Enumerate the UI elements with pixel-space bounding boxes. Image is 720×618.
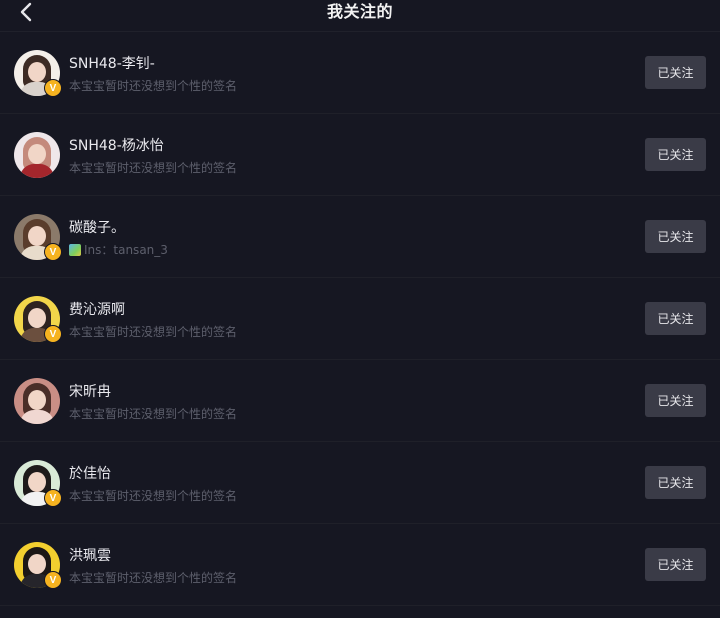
- photo-icon: [69, 243, 81, 256]
- user-name[interactable]: 於佳怡: [69, 463, 111, 483]
- user-name[interactable]: SNH48-杨冰怡: [69, 135, 164, 155]
- navigation-bar: 我关注的: [0, 0, 720, 32]
- list-item[interactable]: V 费沁源啊本宝宝暂时还没想到个性的签名 已关注: [0, 278, 720, 360]
- avatar-image: [14, 378, 60, 424]
- list-item[interactable]: V SNH48-李钊- 本宝宝暂时还没想到个性的签名 已关注: [0, 32, 720, 114]
- avatar[interactable]: [14, 378, 60, 424]
- following-button[interactable]: 已关注: [645, 466, 706, 499]
- verified-badge-icon: V: [44, 489, 62, 507]
- user-signature: 本宝宝暂时还没想到个性的签名: [69, 569, 237, 586]
- following-button[interactable]: 已关注: [645, 220, 706, 253]
- user-signature: 本宝宝暂时还没想到个性的签名: [69, 77, 237, 94]
- following-button[interactable]: 已关注: [645, 548, 706, 581]
- verified-badge-icon: V: [44, 325, 62, 343]
- avatar-face: [28, 472, 46, 492]
- user-signature: 本宝宝暂时还没想到个性的签名: [69, 405, 237, 422]
- list-item[interactable]: 宋昕冉本宝宝暂时还没想到个性的签名 已关注: [0, 360, 720, 442]
- user-signature: 本宝宝暂时还没想到个性的签名: [69, 323, 237, 340]
- avatar-face: [28, 390, 46, 410]
- user-signature-text: 本宝宝暂时还没想到个性的签名: [69, 325, 238, 339]
- list-item[interactable]: V 洪珮雲本宝宝暂时还没想到个性的签名 已关注: [0, 524, 720, 606]
- user-name[interactable]: 费沁源啊: [69, 299, 125, 319]
- page-title: 我关注的: [326, 2, 393, 21]
- following-button[interactable]: 已关注: [645, 138, 706, 171]
- user-signature: Ins：tansan_3: [69, 241, 168, 258]
- avatar-face: [28, 62, 46, 82]
- user-signature: 本宝宝暂时还没想到个性的签名: [69, 159, 237, 176]
- user-signature-text: 本宝宝暂时还没想到个性的签名: [69, 489, 238, 503]
- avatar[interactable]: V: [14, 214, 62, 261]
- following-list-page: 我关注的 V SNH48-李钊- 本宝宝暂时还没想到个性的签名 已关注 SNH48-杨冰…: [0, 0, 720, 618]
- avatar-image: [14, 132, 60, 178]
- user-signature-text: 本宝宝暂时还没想到个性的签名: [69, 79, 238, 93]
- list-item[interactable]: V 碳酸子。 Ins：tansan_3 已关注: [0, 196, 720, 278]
- avatar-face: [28, 308, 46, 328]
- verified-badge-icon: V: [44, 571, 62, 589]
- user-name[interactable]: 洪珮雲: [69, 545, 111, 565]
- following-button[interactable]: 已关注: [645, 384, 706, 417]
- following-list: V SNH48-李钊- 本宝宝暂时还没想到个性的签名 已关注 SNH48-杨冰怡 本宝宝暂…: [0, 32, 720, 606]
- following-button[interactable]: 已关注: [645, 302, 706, 335]
- avatar[interactable]: [14, 132, 60, 178]
- verified-badge-icon: V: [44, 243, 62, 261]
- avatar[interactable]: V: [14, 460, 62, 507]
- avatar[interactable]: V: [14, 542, 62, 589]
- user-signature-text: 本宝宝暂时还没想到个性的签名: [69, 571, 238, 585]
- list-item[interactable]: V 於佳怡本宝宝暂时还没想到个性的签名 已关注: [0, 442, 720, 524]
- avatar-face: [28, 144, 46, 164]
- user-signature-text: Ins：tansan_3: [84, 243, 168, 257]
- verified-badge-icon: V: [44, 79, 62, 97]
- user-name[interactable]: 宋昕冉: [69, 381, 111, 401]
- avatar-face: [28, 226, 46, 246]
- list-item[interactable]: SNH48-杨冰怡本宝宝暂时还没想到个性的签名 已关注: [0, 114, 720, 196]
- avatar[interactable]: V: [14, 50, 62, 97]
- user-signature-text: 本宝宝暂时还没想到个性的签名: [69, 407, 238, 421]
- following-button[interactable]: 已关注: [645, 56, 706, 89]
- user-name[interactable]: SNH48-李钊-: [69, 53, 155, 73]
- avatar[interactable]: V: [14, 296, 62, 343]
- user-name[interactable]: 碳酸子。: [69, 217, 125, 237]
- avatar-face: [28, 554, 46, 574]
- user-signature-text: 本宝宝暂时还没想到个性的签名: [69, 161, 238, 175]
- user-signature: 本宝宝暂时还没想到个性的签名: [69, 487, 237, 504]
